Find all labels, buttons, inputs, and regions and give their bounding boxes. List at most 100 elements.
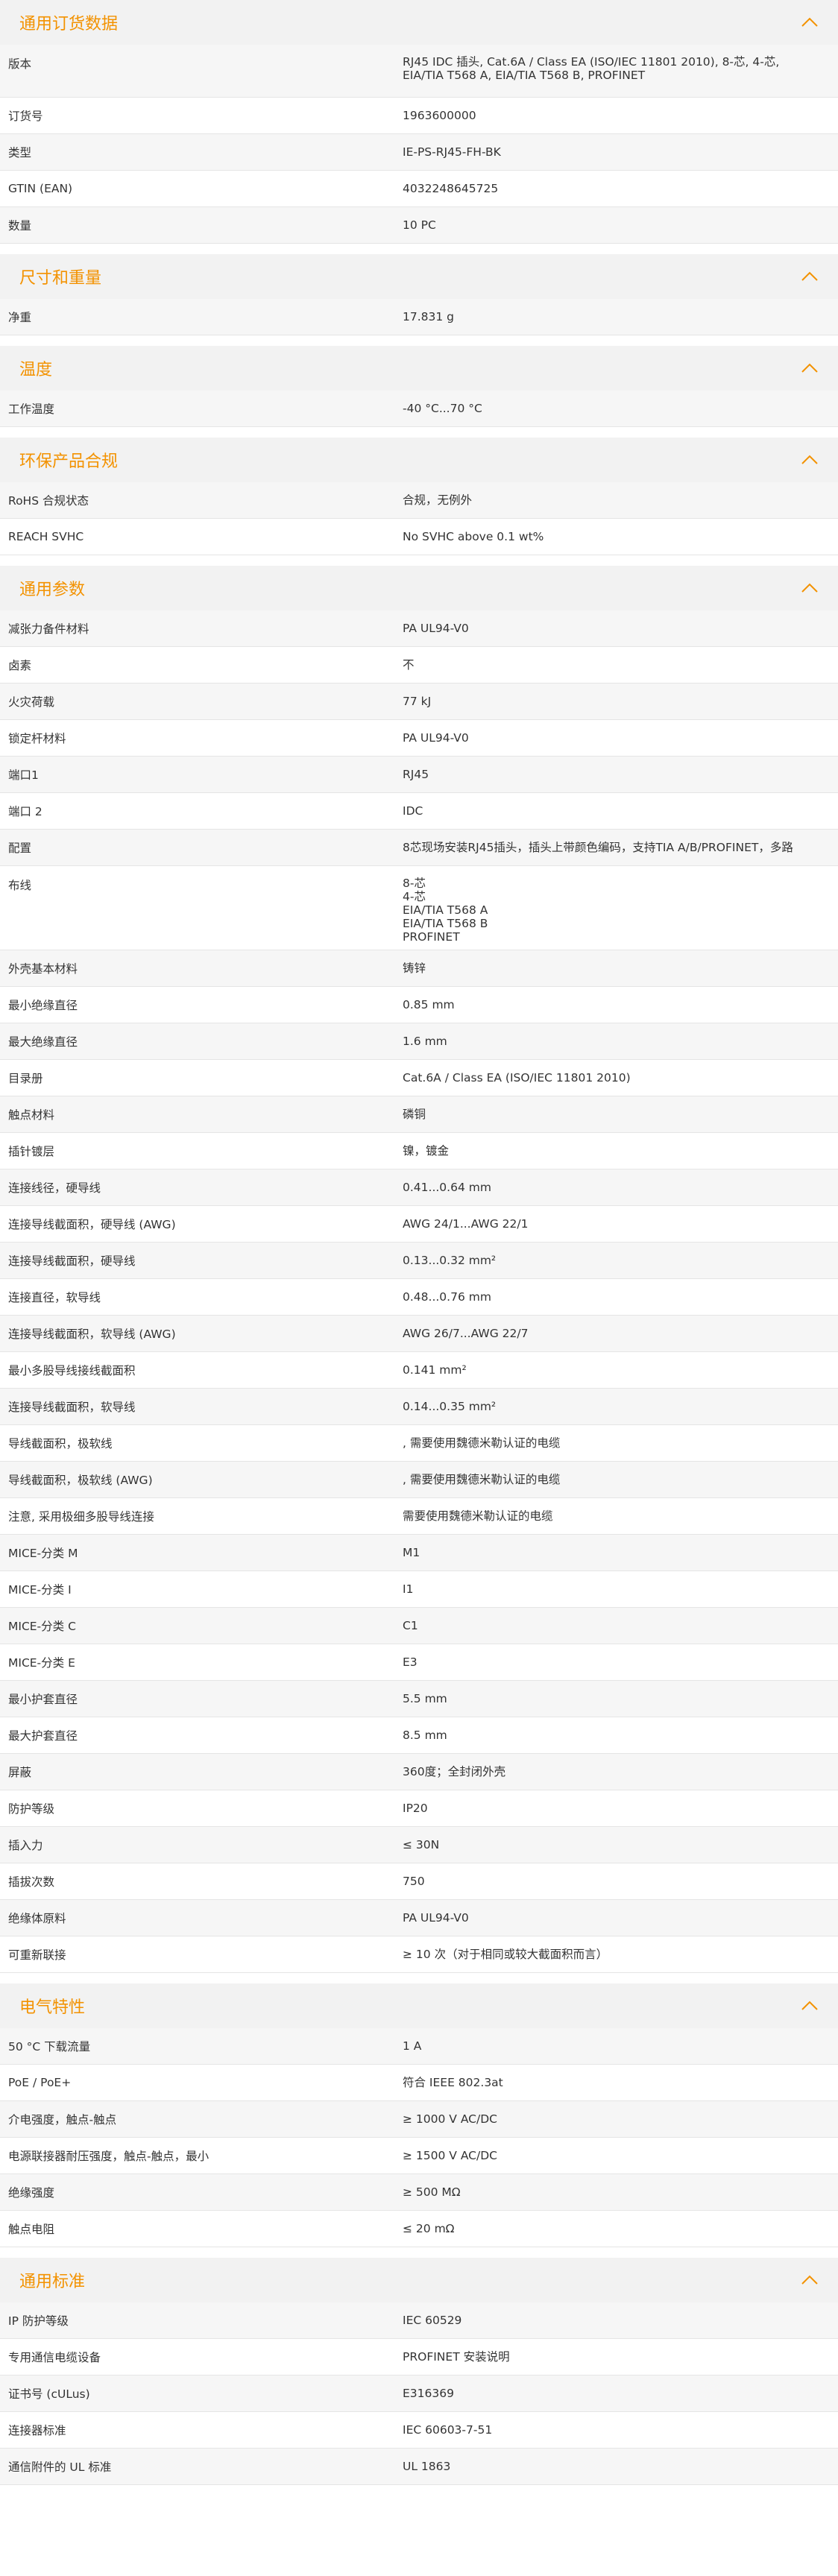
spec-row: 绝缘强度 ≥ 500 MΩ [0, 2174, 838, 2211]
spec-row: REACH SVHC No SVHC above 0.1 wt% [0, 519, 838, 555]
section-header[interactable]: 环保产品合规 [0, 438, 838, 482]
chevron-up-icon[interactable] [799, 1995, 820, 2016]
spec-section: 通用参数 减张力备件材料 PA UL94-V0 卤素 不火灾荷载 77 kJ 锁定杆材料 PA… [0, 566, 838, 1973]
spec-table: IP 防护等级 IEC 60529 专用通信电缆设备 PROFINET 安装说明 证书号… [0, 2302, 838, 2485]
section-header[interactable]: 电气特性 [0, 1983, 838, 2028]
spec-label: 专用通信电缆设备 [8, 2351, 101, 2364]
spec-row: 注意, 采用极细多股导线连接 需要使用魏德米勒认证的电缆 [0, 1498, 838, 1535]
spec-label: 配置 [8, 842, 32, 855]
spec-label: PoE / PoE+ [8, 2076, 72, 2089]
spec-row: 绝缘体原料 PA UL94-V0 [0, 1900, 838, 1936]
spec-section: 通用订货数据 版本 RJ45 IDC 插头, Cat.6A / Class EA (… [0, 0, 838, 244]
spec-row: 订货号 1963600000 [0, 98, 838, 134]
spec-label: 减张力备件材料 [8, 622, 89, 636]
spec-value: 镍，镀金 [403, 1144, 450, 1158]
spec-value: ≥ 1500 V AC/DC [403, 2149, 497, 2162]
spec-value: 需要使用魏德米勒认证的电缆 [403, 1509, 553, 1523]
spec-value: IDC [403, 804, 423, 818]
spec-row: 最小护套直径 5.5 mm [0, 1681, 838, 1717]
spec-row: 专用通信电缆设备 PROFINET 安装说明 [0, 2339, 838, 2375]
spec-row: 最大绝缘直径 1.6 mm [0, 1023, 838, 1060]
spec-value: 4032248645725 [403, 182, 499, 195]
spec-label: 插拔次数 [8, 1875, 55, 1889]
spec-value: , 需要使用魏德米勒认证的电缆 [403, 1473, 561, 1486]
section-header[interactable]: 通用订货数据 [0, 0, 838, 45]
section-title: 尺寸和重量 [19, 269, 102, 288]
spec-row: RoHS 合规状态 合规，无例外 [0, 482, 838, 519]
spec-row: 外壳基本材料 铸锌 [0, 950, 838, 987]
spec-label: 最小护套直径 [8, 1693, 78, 1706]
spec-row: 插针镀层 镍，镀金 [0, 1133, 838, 1169]
spec-value: PA UL94-V0 [403, 731, 469, 745]
spec-value: IP20 [403, 1802, 428, 1815]
spec-section: 温度 工作温度 -40 °C...70 °C [0, 346, 838, 427]
spec-value: Cat.6A / Class EA (ISO/IEC 11801 2010) [403, 1071, 631, 1085]
spec-value: 铸锌 [403, 962, 426, 975]
spec-label: 工作温度 [8, 402, 55, 416]
spec-value: AWG 26/7...AWG 22/7 [403, 1327, 529, 1340]
spec-section: 尺寸和重量净重 17.831 g [0, 254, 838, 335]
spec-value: UL 1863 [403, 2460, 451, 2473]
spec-value: E316369 [403, 2387, 454, 2400]
spec-row: 介电强度，触点-触点 ≥ 1000 V AC/DC [0, 2101, 838, 2138]
spec-row: 可重新联接 ≥ 10 次（对于相同或较大截面积而言） [0, 1936, 838, 1973]
chevron-up-icon[interactable] [799, 449, 820, 470]
spec-value: 10 PC [403, 218, 436, 232]
spec-label: 数量 [8, 219, 32, 233]
spec-row: 火灾荷载 77 kJ [0, 684, 838, 720]
section-header[interactable]: 尺寸和重量 [0, 254, 838, 299]
spec-label: 连接导线截面积，软导线 [8, 1401, 136, 1414]
spec-section: 电气特性 50 °C 下载流量 1 A PoE / PoE+ 符合 IEEE 802.3… [0, 1983, 838, 2247]
spec-value: No SVHC above 0.1 wt% [403, 530, 544, 543]
spec-label: 火灾荷载 [8, 695, 55, 709]
spec-value: ≥ 1000 V AC/DC [403, 2112, 497, 2126]
spec-label: 连接器标准 [8, 2424, 66, 2437]
spec-value: 17.831 g [403, 310, 455, 323]
spec-row: 目录册 Cat.6A / Class EA (ISO/IEC 11801 2010… [0, 1060, 838, 1096]
spec-label: MICE-分类 C [8, 1620, 76, 1633]
spec-row: 连接导线截面积，软导线 0.14...0.35 mm² [0, 1389, 838, 1425]
section-title: 环保产品合规 [19, 452, 119, 471]
spec-value: 8.5 mm [403, 1729, 447, 1742]
spec-label: 最小多股导线接线截面积 [8, 1364, 136, 1377]
spec-label: 净重 [8, 311, 32, 324]
chevron-up-icon[interactable] [799, 2270, 820, 2291]
spec-row: 最小绝缘直径 0.85 mm [0, 987, 838, 1023]
spec-label: 连接线径，硬导线 [8, 1181, 101, 1195]
spec-value-line: PROFINET [403, 930, 460, 944]
section-header[interactable]: 通用标准 [0, 2258, 838, 2302]
spec-label: 端口1 [8, 768, 39, 782]
section-gap [0, 555, 838, 566]
spec-label: 连接直径，软导线 [8, 1291, 101, 1304]
spec-value: 0.141 mm² [403, 1363, 467, 1377]
spec-label: GTIN (EAN) [8, 182, 73, 195]
spec-label: 触点电阻 [8, 2223, 55, 2236]
spec-label: 导线截面积，极软线 (AWG) [8, 1474, 153, 1487]
section-header[interactable]: 温度 [0, 346, 838, 391]
chevron-up-icon[interactable] [799, 12, 820, 33]
spec-label: 锁定杆材料 [8, 732, 66, 745]
spec-label: 可重新联接 [8, 1948, 66, 1962]
chevron-up-icon[interactable] [799, 266, 820, 287]
spec-label: 插入力 [8, 1839, 43, 1852]
spec-label: 连接导线截面积，硬导线 (AWG) [8, 1218, 176, 1231]
spec-value-line: 4-芯 [403, 890, 426, 903]
spec-table: RoHS 合规状态 合规，无例外 REACH SVHC No SVHC above 0… [0, 482, 838, 555]
spec-label: RoHS 合规状态 [8, 494, 89, 508]
spec-label: 注意, 采用极细多股导线连接 [8, 1510, 154, 1524]
spec-value: 符合 IEEE 802.3at [403, 2076, 503, 2089]
spec-value: ≥ 10 次（对于相同或较大截面积而言） [403, 1948, 608, 1961]
spec-label: 卤素 [8, 659, 32, 672]
spec-value-line: EIA/TIA T568 A [403, 903, 488, 917]
spec-table: 工作温度 -40 °C...70 °C [0, 391, 838, 427]
chevron-up-icon[interactable] [799, 358, 820, 379]
spec-row: 触点材料 磷铜 [0, 1096, 838, 1133]
chevron-up-icon[interactable] [799, 578, 820, 599]
spec-label: MICE-分类 I [8, 1583, 72, 1597]
spec-value: PROFINET 安装说明 [403, 2350, 510, 2364]
spec-value: ≤ 30N [403, 1838, 440, 1852]
spec-table: 净重 17.831 g [0, 299, 838, 335]
section-gap [0, 2247, 838, 2258]
section-header[interactable]: 通用参数 [0, 566, 838, 610]
spec-row: 最小多股导线接线截面积 0.141 mm² [0, 1352, 838, 1389]
